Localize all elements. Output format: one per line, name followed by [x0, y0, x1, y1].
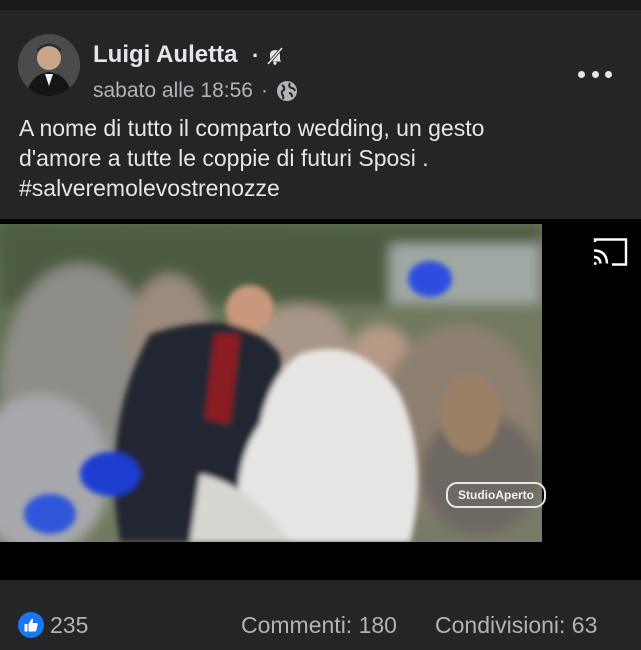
post-text-line: A nome di tutto il comparto wedding, un … [19, 115, 485, 141]
more-dot [578, 70, 585, 78]
author-extra: · [252, 43, 285, 69]
globe-icon [276, 81, 297, 101]
post-header: Luigi Auletta · sabato alle 18:56 · [0, 10, 641, 110]
timestamp[interactable]: sabato alle 18:56 [93, 79, 253, 103]
more-options-button[interactable] [578, 62, 612, 86]
post-text: A nome di tutto il comparto wedding, un … [19, 113, 619, 203]
shares-count[interactable]: Condivisioni: 63 [435, 612, 597, 639]
post-stats: 235 Commenti: 180 Condivisioni: 63 [0, 580, 641, 650]
likes-count[interactable]: 235 [50, 612, 88, 639]
video-player[interactable]: StudioAperto [0, 219, 641, 580]
hashtag-link[interactable]: #salveremolevostrenozze [19, 173, 619, 203]
like-reaction-icon[interactable] [18, 612, 44, 638]
author-name[interactable]: Luigi Auletta [93, 41, 237, 69]
separator-dot: · [252, 43, 260, 68]
post-text-line: d'amore a tutte le coppie di futuri Spos… [19, 145, 429, 171]
more-dot [591, 70, 599, 78]
video-watermark: StudioAperto [446, 482, 546, 508]
comments-count[interactable]: Commenti: 180 [241, 612, 397, 639]
cast-icon[interactable] [592, 238, 628, 266]
muted-bell-icon [267, 47, 284, 65]
top-bar [0, 0, 641, 10]
more-dot [605, 70, 612, 78]
separator-dot: · [260, 79, 268, 102]
post-meta: sabato alle 18:56 · [93, 79, 298, 103]
avatar[interactable] [18, 34, 80, 96]
